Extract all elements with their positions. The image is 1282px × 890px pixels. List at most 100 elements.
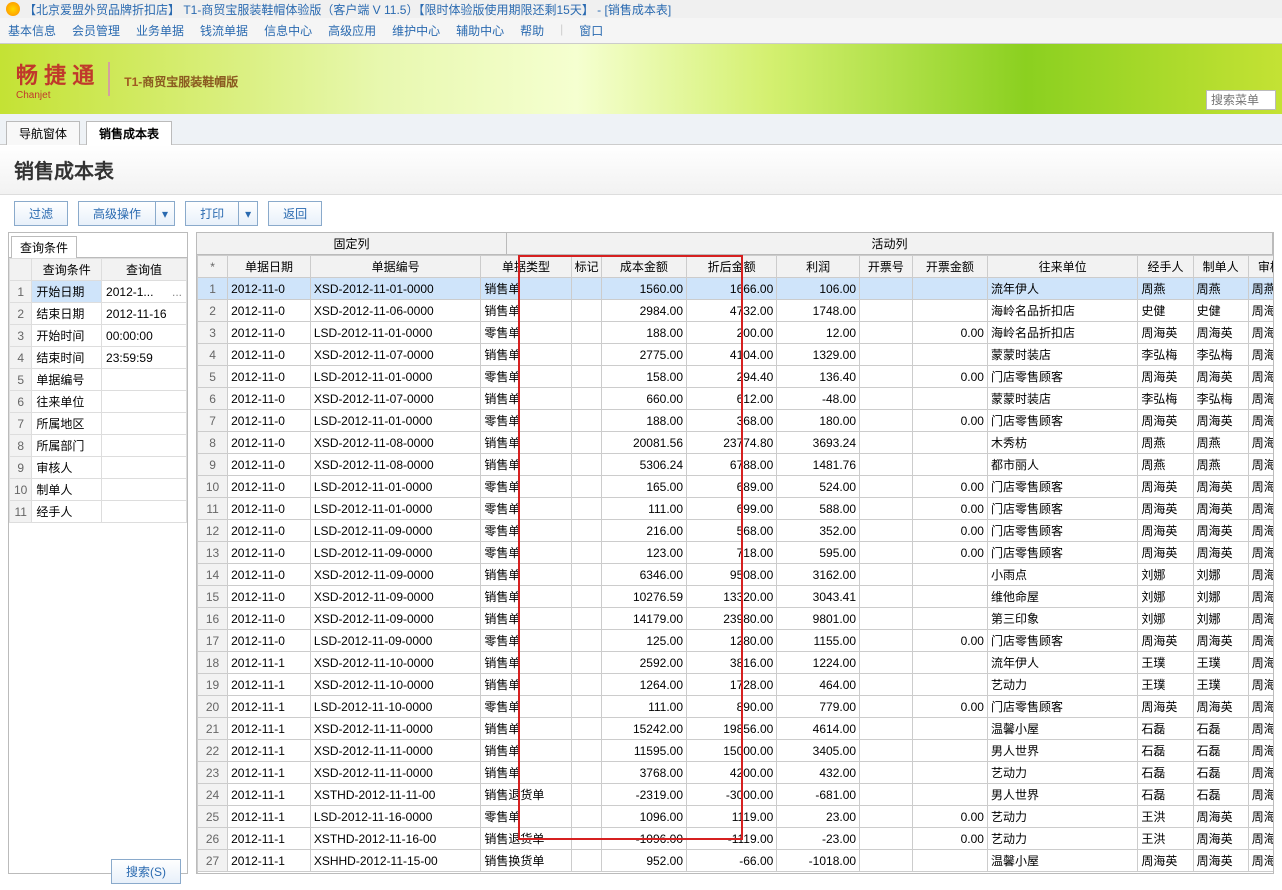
table-row[interactable]: 242012-11-1XSTHD-2012-11-11-00销售退货单-2319… bbox=[198, 784, 1274, 806]
table-row[interactable]: 92012-11-0XSD-2012-11-08-0000销售单5306.246… bbox=[198, 454, 1274, 476]
qrow-num: 8 bbox=[10, 435, 32, 457]
menu-窗口[interactable]: 窗口 bbox=[579, 22, 603, 39]
col-val: 查询值 bbox=[102, 259, 187, 281]
menu-基本信息[interactable]: 基本信息 bbox=[8, 22, 56, 39]
col-往来单位[interactable]: 往来单位 bbox=[987, 256, 1137, 278]
menu-信息中心[interactable]: 信息中心 bbox=[264, 22, 312, 39]
print-dropdown[interactable]: ▾ bbox=[239, 201, 258, 226]
qrow-val[interactable] bbox=[102, 369, 187, 391]
table-row[interactable]: 72012-11-0LSD-2012-11-01-0000零售单188.0036… bbox=[198, 410, 1274, 432]
col-单据类型[interactable]: 单据类型 bbox=[481, 256, 571, 278]
prod-text: 商贸宝服装鞋帽版 bbox=[142, 75, 238, 89]
qrow-val[interactable]: 2012-11-16 bbox=[102, 303, 187, 325]
qrow-val[interactable]: 2012-1... ... bbox=[102, 281, 187, 303]
table-row[interactable]: 62012-11-0XSD-2012-11-07-0000销售单660.0061… bbox=[198, 388, 1274, 410]
qrow-label: 结束日期 bbox=[32, 303, 102, 325]
table-row[interactable]: 192012-11-1XSD-2012-11-10-0000销售单1264.00… bbox=[198, 674, 1274, 696]
table-row[interactable]: 222012-11-1XSD-2012-11-11-0000销售单11595.0… bbox=[198, 740, 1274, 762]
table-row[interactable]: 272012-11-1XSHHD-2012-11-15-00销售换货单952.0… bbox=[198, 850, 1274, 872]
product-name: T1-商贸宝服装鞋帽版 bbox=[124, 66, 238, 92]
table-row[interactable]: 112012-11-0LSD-2012-11-01-0000零售单111.006… bbox=[198, 498, 1274, 520]
qrow-val[interactable] bbox=[102, 391, 187, 413]
table-row[interactable]: 102012-11-0LSD-2012-11-01-0000零售单165.006… bbox=[198, 476, 1274, 498]
col-*[interactable]: * bbox=[198, 256, 228, 278]
col-制单人[interactable]: 制单人 bbox=[1193, 256, 1248, 278]
col-利润[interactable]: 利润 bbox=[777, 256, 860, 278]
table-row[interactable]: 252012-11-1LSD-2012-11-16-0000零售单1096.00… bbox=[198, 806, 1274, 828]
col-单据日期[interactable]: 单据日期 bbox=[228, 256, 311, 278]
query-sidebar: 查询条件 查询条件 查询值 1开始日期2012-1... ...2结束日期201… bbox=[8, 232, 188, 874]
col-经手人[interactable]: 经手人 bbox=[1138, 256, 1193, 278]
table-row[interactable]: 32012-11-0LSD-2012-11-01-0000零售单188.0020… bbox=[198, 322, 1274, 344]
qrow-num: 9 bbox=[10, 457, 32, 479]
qrow-val[interactable] bbox=[102, 501, 187, 523]
back-button[interactable]: 返回 bbox=[268, 201, 322, 226]
search-menu-input[interactable] bbox=[1206, 90, 1276, 110]
banner: 畅 捷 通 Chanjet T1-商贸宝服装鞋帽版 bbox=[0, 44, 1282, 114]
col-cond: 查询条件 bbox=[32, 259, 102, 281]
adv-button[interactable]: 高级操作 bbox=[78, 201, 156, 226]
qrow-label: 往来单位 bbox=[32, 391, 102, 413]
table-row[interactable]: 122012-11-0LSD-2012-11-09-0000零售单216.005… bbox=[198, 520, 1274, 542]
menu-帮助[interactable]: 帮助 bbox=[520, 22, 544, 39]
qrow-label: 经手人 bbox=[32, 501, 102, 523]
table-row[interactable]: 82012-11-0XSD-2012-11-08-0000销售单20081.56… bbox=[198, 432, 1274, 454]
col-审核人[interactable]: 审核人 bbox=[1248, 256, 1273, 278]
menu-维护中心[interactable]: 维护中心 bbox=[392, 22, 440, 39]
table-row[interactable]: 182012-11-1XSD-2012-11-10-0000销售单2592.00… bbox=[198, 652, 1274, 674]
table-row[interactable]: 22012-11-0XSD-2012-11-06-0000销售单2984.004… bbox=[198, 300, 1274, 322]
qrow-label: 开始时间 bbox=[32, 325, 102, 347]
qrow-val[interactable] bbox=[102, 413, 187, 435]
print-button[interactable]: 打印 bbox=[185, 201, 239, 226]
menu-业务单据[interactable]: 业务单据 bbox=[136, 22, 184, 39]
table-row[interactable]: 212012-11-1XSD-2012-11-11-0000销售单15242.0… bbox=[198, 718, 1274, 740]
corner bbox=[10, 259, 32, 281]
table-row[interactable]: 232012-11-1XSD-2012-11-11-0000销售单3768.00… bbox=[198, 762, 1274, 784]
col-折后金额[interactable]: 折后金额 bbox=[687, 256, 777, 278]
table-row[interactable]: 12012-11-0XSD-2012-11-01-0000销售单1560.001… bbox=[198, 278, 1274, 300]
adv-dropdown[interactable]: ▾ bbox=[156, 201, 175, 226]
col-成本金额[interactable]: 成本金额 bbox=[601, 256, 686, 278]
search-button[interactable]: 搜索(S) bbox=[111, 859, 181, 884]
menu-会员管理[interactable]: 会员管理 bbox=[72, 22, 120, 39]
menu-辅助中心[interactable]: 辅助中心 bbox=[456, 22, 504, 39]
menubar: 基本信息会员管理业务单据钱流单据信息中心高级应用维护中心辅助中心帮助|窗口 bbox=[0, 18, 1282, 44]
col-单据编号[interactable]: 单据编号 bbox=[310, 256, 481, 278]
qrow-val[interactable] bbox=[102, 479, 187, 501]
col-标记[interactable]: 标记 bbox=[571, 256, 601, 278]
logo-en: Chanjet bbox=[16, 90, 94, 101]
menu-高级应用[interactable]: 高级应用 bbox=[328, 22, 376, 39]
menu-钱流单据[interactable]: 钱流单据 bbox=[200, 22, 248, 39]
data-grid: *单据日期单据编号单据类型标记成本金额折后金额利润开票号开票金额往来单位经手人制… bbox=[197, 255, 1273, 873]
tab-销售成本表[interactable]: 销售成本表 bbox=[86, 121, 172, 145]
titlebar: 【北京爱盟外贸品牌折扣店】 T1-商贸宝服装鞋帽体验版（客户端 V 11.5）【… bbox=[0, 0, 1282, 18]
table-row[interactable]: 42012-11-0XSD-2012-11-07-0000销售单2775.004… bbox=[198, 344, 1274, 366]
qrow-label: 开始日期 bbox=[32, 281, 102, 303]
qrow-val[interactable] bbox=[102, 457, 187, 479]
qrow-num: 1 bbox=[10, 281, 32, 303]
tab-导航窗体[interactable]: 导航窗体 bbox=[6, 121, 80, 145]
qrow-val[interactable] bbox=[102, 435, 187, 457]
col-开票号[interactable]: 开票号 bbox=[860, 256, 913, 278]
query-tab[interactable]: 查询条件 bbox=[11, 236, 77, 258]
qrow-label: 制单人 bbox=[32, 479, 102, 501]
table-row[interactable]: 202012-11-1LSD-2012-11-10-0000零售单111.008… bbox=[198, 696, 1274, 718]
window-title: 【北京爱盟外贸品牌折扣店】 T1-商贸宝服装鞋帽体验版（客户端 V 11.5）【… bbox=[24, 1, 671, 18]
qrow-num: 7 bbox=[10, 413, 32, 435]
qrow-val[interactable]: 00:00:00 bbox=[102, 325, 187, 347]
qrow-val[interactable]: 23:59:59 bbox=[102, 347, 187, 369]
prod-prefix: T1- bbox=[124, 75, 142, 89]
table-row[interactable]: 172012-11-0LSD-2012-11-09-0000零售单125.001… bbox=[198, 630, 1274, 652]
table-row[interactable]: 262012-11-1XSTHD-2012-11-16-00销售退货单-1096… bbox=[198, 828, 1274, 850]
toolbar: 过滤 高级操作 ▾ 打印 ▾ 返回 bbox=[0, 195, 1282, 232]
col-开票金额[interactable]: 开票金额 bbox=[912, 256, 987, 278]
table-row[interactable]: 152012-11-0XSD-2012-11-09-0000销售单10276.5… bbox=[198, 586, 1274, 608]
qrow-label: 结束时间 bbox=[32, 347, 102, 369]
qrow-num: 11 bbox=[10, 501, 32, 523]
table-row[interactable]: 142012-11-0XSD-2012-11-09-0000销售单6346.00… bbox=[198, 564, 1274, 586]
active-cols-header: 活动列 bbox=[507, 233, 1273, 254]
table-row[interactable]: 52012-11-0LSD-2012-11-01-0000零售单158.0029… bbox=[198, 366, 1274, 388]
table-row[interactable]: 132012-11-0LSD-2012-11-09-0000零售单123.007… bbox=[198, 542, 1274, 564]
filter-button[interactable]: 过滤 bbox=[14, 201, 68, 226]
table-row[interactable]: 162012-11-0XSD-2012-11-09-0000销售单14179.0… bbox=[198, 608, 1274, 630]
